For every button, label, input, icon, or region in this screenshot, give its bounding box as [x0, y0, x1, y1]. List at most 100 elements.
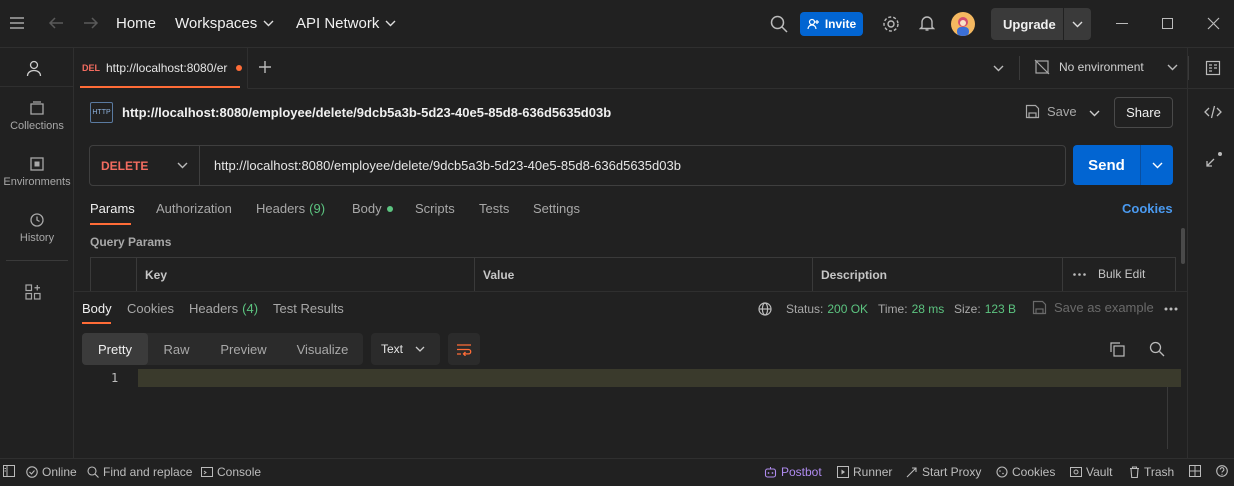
save-as-example-button[interactable]: Save as example	[1032, 300, 1154, 315]
forward-arrow-icon[interactable]	[82, 15, 100, 31]
user-icon[interactable]	[26, 60, 42, 77]
online-status[interactable]: Online	[26, 465, 77, 479]
send-button[interactable]: Send	[1073, 145, 1140, 185]
query-params-table: Key Value Description Bulk Edit	[90, 257, 1176, 292]
request-tab[interactable]: DEL http://localhost:8080/er	[74, 48, 248, 89]
upgrade-button[interactable]: Upgrade	[991, 8, 1091, 40]
response-body-underline	[82, 322, 111, 324]
trash-button[interactable]: Trash	[1129, 465, 1174, 479]
search-icon[interactable]	[770, 15, 788, 33]
request-name[interactable]: http://localhost:8080/employee/delete/9d…	[122, 105, 611, 120]
tab-authorization[interactable]: Authorization	[156, 201, 232, 216]
method-select[interactable]: DELETE	[90, 146, 200, 185]
status-label: Status:	[786, 302, 824, 316]
response-time[interactable]: Time: 28 ms	[878, 302, 944, 316]
new-tab-icon[interactable]	[258, 60, 272, 74]
query-params-title: Query Params	[90, 235, 172, 249]
tab-body[interactable]: Body	[352, 201, 393, 216]
toggle-sidebar-icon[interactable]	[3, 465, 15, 477]
cookies-status-label: Cookies	[1012, 465, 1056, 479]
find-replace-button[interactable]: Find and replace	[87, 465, 192, 479]
save-options-icon[interactable]	[1089, 110, 1100, 117]
wrap-lines-button[interactable]	[448, 333, 480, 365]
home-link[interactable]: Home	[116, 15, 156, 32]
vault-button[interactable]: Vault	[1070, 465, 1112, 479]
bell-icon[interactable]	[919, 14, 935, 32]
api-network-label: API Network	[296, 15, 380, 32]
bulk-edit-button[interactable]: Bulk Edit	[1098, 267, 1145, 281]
copy-icon[interactable]	[1110, 342, 1125, 357]
environments-icon	[30, 157, 44, 171]
save-button[interactable]: Save	[1025, 104, 1077, 119]
save-label: Save	[1047, 104, 1077, 119]
workspaces-menu[interactable]: Workspaces	[175, 15, 274, 32]
view-visualize[interactable]: Visualize	[282, 333, 363, 365]
response-scrollbar-track[interactable]	[1167, 387, 1168, 449]
headers-count: (9)	[309, 201, 326, 216]
share-button[interactable]: Share	[1114, 97, 1173, 128]
response-tab-body[interactable]: Body	[82, 301, 112, 316]
response-tab-test-results[interactable]: Test Results	[273, 301, 344, 316]
help-icon[interactable]	[1216, 465, 1228, 477]
format-select[interactable]: Text	[371, 333, 440, 365]
environment-label: No environment	[1059, 60, 1144, 74]
sidebar-item-environments[interactable]: Environments	[0, 156, 74, 188]
active-line-highlight[interactable]	[138, 369, 1181, 387]
response-size[interactable]: Size: 123 B	[954, 302, 1016, 316]
tab-tests[interactable]: Tests	[479, 201, 509, 216]
tab-scripts[interactable]: Scripts	[415, 201, 455, 216]
runner-button[interactable]: Runner	[837, 465, 892, 479]
upgrade-label: Upgrade	[1003, 16, 1056, 32]
add-apps-icon[interactable]	[25, 284, 41, 300]
postbot-button[interactable]: Postbot	[764, 465, 822, 479]
maximize-icon[interactable]	[1162, 18, 1173, 29]
tab-headers[interactable]: Headers (9)	[256, 201, 325, 216]
online-label: Online	[42, 465, 77, 479]
console-button[interactable]: Console	[201, 465, 261, 479]
format-label: Text	[381, 342, 404, 356]
back-arrow-icon[interactable]	[47, 15, 65, 31]
request-scrollbar[interactable]	[1181, 228, 1185, 264]
invite-button[interactable]: Invite	[800, 12, 863, 36]
sidebar-item-collections[interactable]: Collections	[0, 100, 74, 132]
tabs-dropdown-icon[interactable]	[993, 65, 1004, 72]
cookies-button[interactable]: Cookies	[996, 465, 1055, 479]
avatar[interactable]	[951, 12, 975, 36]
url-input[interactable]: http://localhost:8080/employee/delete/9d…	[214, 158, 681, 173]
tab-settings[interactable]: Settings	[533, 201, 580, 216]
minimize-icon[interactable]	[1116, 23, 1128, 24]
related-requests-icon[interactable]	[1205, 152, 1223, 168]
response-more-icon[interactable]	[1164, 307, 1178, 311]
unsaved-dot	[236, 65, 242, 71]
response-view-switcher: Pretty Raw Preview Visualize	[82, 333, 363, 365]
code-icon[interactable]	[1204, 105, 1222, 119]
gear-icon[interactable]	[882, 15, 900, 33]
menu-icon[interactable]	[9, 16, 25, 30]
history-icon	[30, 213, 44, 227]
more-options-icon[interactable]	[1073, 273, 1086, 276]
view-pretty[interactable]: Pretty	[82, 333, 148, 365]
close-icon[interactable]	[1207, 17, 1220, 30]
response-tab-cookies[interactable]: Cookies	[127, 301, 174, 316]
chevron-down-icon	[263, 20, 274, 27]
view-raw[interactable]: Raw	[148, 333, 205, 365]
cookies-link[interactable]: Cookies	[1122, 201, 1173, 216]
environment-selector[interactable]: No environment	[1034, 59, 1178, 75]
request-details-icon[interactable]	[1205, 60, 1221, 76]
trash-label: Trash	[1144, 465, 1175, 479]
find-replace-label: Find and replace	[103, 465, 193, 479]
globe-icon[interactable]	[758, 302, 772, 316]
start-proxy-button[interactable]: Start Proxy	[906, 465, 981, 479]
left-sidebar: Collections Environments History	[0, 48, 74, 458]
tab-params[interactable]: Params	[90, 201, 135, 216]
send-button-group: Send	[1073, 145, 1173, 185]
view-preview[interactable]: Preview	[205, 333, 282, 365]
sidebar-item-history[interactable]: History	[0, 212, 74, 244]
layout-icon[interactable]	[1189, 465, 1201, 477]
search-response-icon[interactable]	[1149, 341, 1165, 357]
api-network-menu[interactable]: API Network	[296, 15, 396, 32]
chevron-down-icon[interactable]	[1072, 21, 1083, 28]
tab-headers-label: Headers	[256, 201, 306, 216]
send-options-button[interactable]	[1141, 145, 1173, 185]
response-tab-headers[interactable]: Headers (4)	[189, 301, 258, 316]
